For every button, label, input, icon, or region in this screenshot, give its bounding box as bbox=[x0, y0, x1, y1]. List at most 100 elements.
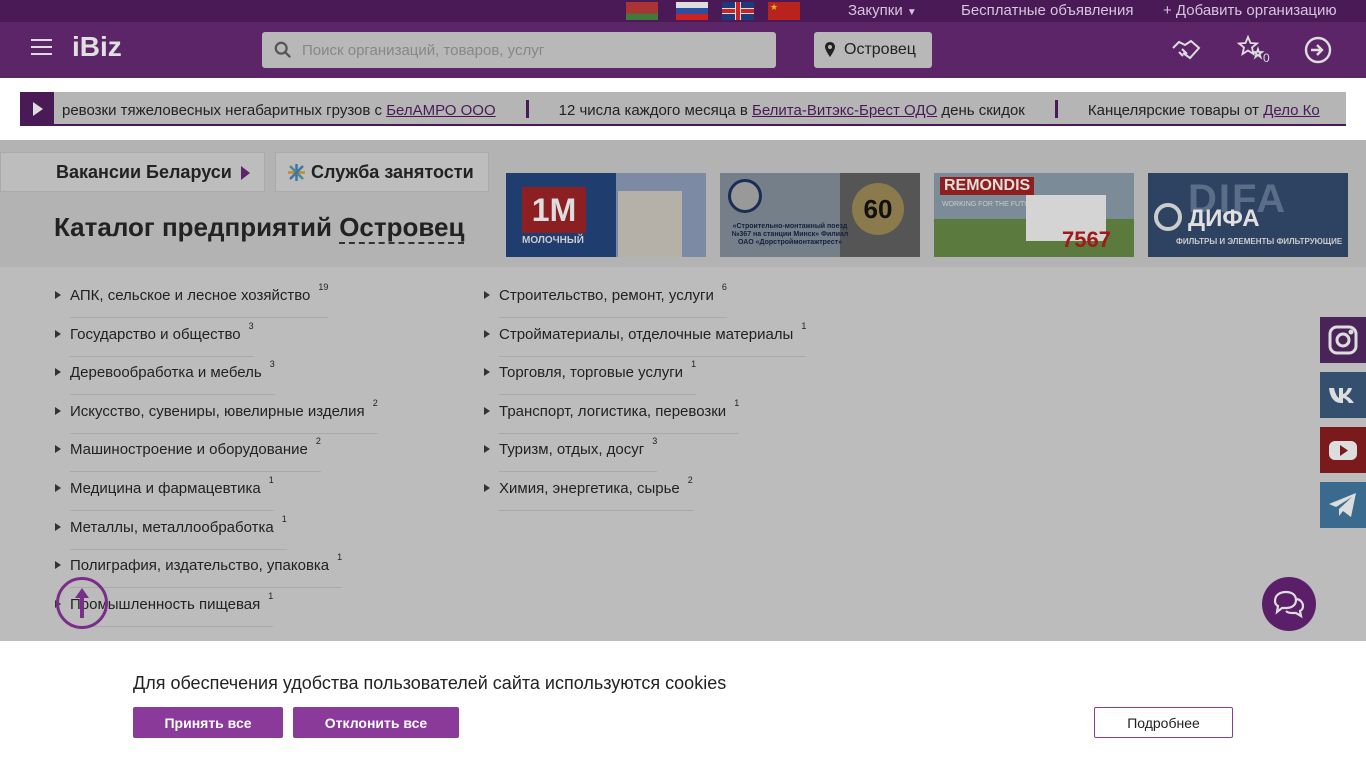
news-ticker: ревозки тяжеловесных негабаритных грузов… bbox=[20, 92, 1346, 126]
flag-belarus-icon[interactable] bbox=[626, 2, 658, 20]
catalog-item-text: Стройматериалы, отделочные материалы bbox=[499, 325, 794, 343]
youtube-button[interactable] bbox=[1320, 427, 1366, 473]
ticker-item-text: Канцелярские товары от bbox=[1087, 102, 1264, 119]
catalog-column-1: АПК, сельское и лесное хозяйство 19 Госуд… bbox=[54, 277, 414, 627]
cookie-text: Для обеспечения удобства пользователей с… bbox=[133, 673, 727, 693]
catalog-item[interactable]: Химия, энергетика, сырье 2 bbox=[483, 470, 843, 511]
more-info-button[interactable]: Подробнее bbox=[1094, 707, 1233, 738]
purchases-menu[interactable]: Закупки ▼ bbox=[848, 2, 917, 19]
flag-uk-icon[interactable] bbox=[722, 2, 754, 20]
catalog-item-text: Туризм, отдых, досуг bbox=[499, 441, 645, 459]
location-pin-icon bbox=[825, 42, 835, 57]
telegram-button[interactable] bbox=[1320, 482, 1366, 528]
page-title: Каталог предприятий Островец bbox=[54, 212, 465, 244]
vk-icon bbox=[1329, 388, 1354, 403]
banner-remondis[interactable]: REMONDIS WORKING FOR THE FUTURE 7567 bbox=[934, 173, 1134, 257]
arrow-up-icon bbox=[75, 588, 89, 618]
catalog-item-count: 2 bbox=[687, 474, 693, 485]
catalog-item-text: Химия, энергетика, сырье bbox=[499, 479, 680, 497]
catalog-item-count: 2 bbox=[372, 397, 378, 408]
banner-1m-molochny[interactable]: 1М МОЛОЧНЫЙ bbox=[506, 173, 706, 257]
catalog-item-count: 1 bbox=[691, 359, 697, 370]
catalog-item-label: Полиграфия, издательство, упаковка 1 bbox=[70, 552, 343, 589]
banner-1m-logo: 1М bbox=[522, 187, 586, 233]
catalog-item-label: Стройматериалы, отделочные материалы 1 bbox=[499, 321, 807, 357]
accept-all-button[interactable]: Принять все bbox=[133, 707, 283, 738]
banner-1m-caption: МОЛОЧНЫЙ bbox=[522, 235, 584, 246]
top-bar: ★ Закупки ▼ Бесплатные объявления + Доба… bbox=[0, 0, 1366, 22]
catalog-item-label: Транспорт, логистика, перевозки 1 bbox=[499, 398, 740, 434]
vk-button[interactable] bbox=[1320, 372, 1366, 418]
jobs-belarus-tab[interactable]: Вакансии Беларуси bbox=[0, 152, 265, 192]
search-icon[interactable] bbox=[274, 41, 292, 59]
difa-name: ДИФА bbox=[1188, 205, 1260, 232]
catalog-item[interactable]: Металлы, металлообработка 1 bbox=[54, 509, 414, 550]
catalog-item-count: 19 bbox=[318, 282, 329, 292]
login-icon[interactable] bbox=[1302, 34, 1334, 66]
flag-russia-icon[interactable] bbox=[676, 2, 708, 20]
catalog-item[interactable]: Государство и общество 3 bbox=[54, 316, 414, 357]
catalog-item[interactable]: Транспорт, логистика, перевозки 1 bbox=[483, 393, 843, 434]
remondis-brand: REMONDIS bbox=[940, 177, 1035, 195]
catalog-item-count: 2 bbox=[315, 436, 321, 447]
catalog-item[interactable]: Торговля, торговые услуги 1 bbox=[483, 354, 843, 396]
catalog-item[interactable]: АПК, сельское и лесное хозяйство 19 bbox=[54, 277, 414, 318]
catalog-item[interactable]: Машиностроение и оборудование 2 bbox=[54, 431, 414, 473]
catalog-item[interactable]: Полиграфия, издательство, упаковка 1 bbox=[54, 547, 414, 589]
play-icon[interactable] bbox=[20, 92, 54, 124]
free-ads-link[interactable]: Бесплатные объявления bbox=[961, 2, 1133, 19]
ticker-link[interactable]: Дело Ко bbox=[1263, 102, 1320, 119]
remondis-slogan: WORKING FOR THE FUTURE bbox=[942, 201, 1040, 208]
search-input[interactable] bbox=[302, 32, 762, 68]
decline-all-button[interactable]: Отклонить все bbox=[293, 707, 459, 738]
catalog-item[interactable]: Туризм, отдых, досуг 3 bbox=[483, 431, 843, 473]
page-title-city-link[interactable]: Островец bbox=[339, 212, 465, 244]
chat-button[interactable] bbox=[1262, 577, 1316, 631]
catalog-item-text: Государство и общество bbox=[70, 325, 241, 343]
anniversary-badge: 60 bbox=[852, 183, 904, 235]
catalog-item[interactable]: Стройматериалы, отделочные материалы 1 bbox=[483, 316, 843, 357]
remondis-number: 7567 bbox=[1062, 227, 1111, 252]
catalog-item-label: Металлы, металлообработка 1 bbox=[70, 514, 287, 550]
catalog-item[interactable]: Искусство, сувениры, ювелирные изделия 2 bbox=[54, 393, 414, 434]
banner-smp-367[interactable]: «Строительно-монтажный поезд №367 на ста… bbox=[720, 173, 920, 257]
purchases-label: Закупки bbox=[848, 2, 903, 19]
catalog-item-label: Строительство, ремонт, услуги 6 bbox=[499, 282, 727, 318]
building-image bbox=[618, 191, 682, 257]
catalog-item-count: 1 bbox=[801, 320, 807, 331]
search-box bbox=[262, 32, 776, 68]
ticker-link[interactable]: БелАМРО ООО bbox=[386, 102, 495, 119]
catalog-item[interactable]: Строительство, ремонт, услуги 6 bbox=[483, 277, 843, 318]
banner-difa[interactable]: DIFA ДИФА ФИЛЬТРЫ И ЭЛЕМЕНТЫ ФИЛЬТРУЮЩИЕ bbox=[1148, 173, 1348, 257]
catalog-item[interactable]: Медицина и фармацевтика 1 bbox=[54, 470, 414, 511]
catalog-item-text: Деревообработка и мебель bbox=[70, 364, 262, 382]
catalog-item-label: Деревообработка и мебель 3 bbox=[70, 359, 275, 396]
city-selector[interactable]: Островец bbox=[814, 32, 932, 68]
catalog-item-text: Строительство, ремонт, услуги bbox=[499, 287, 714, 304]
difa-subtitle: ФИЛЬТРЫ И ЭЛЕМЕНТЫ ФИЛЬТРУЮЩИЕ bbox=[1176, 237, 1343, 246]
instagram-button[interactable] bbox=[1320, 317, 1366, 363]
catalog-item-label: Медицина и фармацевтика 1 bbox=[70, 475, 274, 511]
flag-china-icon[interactable]: ★ bbox=[768, 2, 800, 20]
chevron-down-icon: ▼ bbox=[906, 7, 917, 18]
scroll-up-button[interactable] bbox=[56, 577, 108, 629]
ticker-link[interactable]: Белита-Витэкс-Брест ОДО bbox=[752, 102, 937, 119]
catalog-item-count: 1 bbox=[268, 590, 274, 601]
ticker-item-text: ревозки тяжеловесных негабаритных грузов… bbox=[62, 102, 387, 119]
city-label: Островец bbox=[844, 41, 916, 58]
page-title-text: Каталог предприятий bbox=[54, 212, 332, 242]
site-logo[interactable]: iBiz bbox=[72, 31, 122, 63]
site-header: iBiz Островец 0 bbox=[0, 22, 1366, 78]
catalog-item-label: Химия, энергетика, сырье 2 bbox=[499, 475, 693, 511]
catalog-item-text: АПК, сельское и лесное хозяйство bbox=[70, 287, 311, 304]
employment-service-tab[interactable]: Служба занятости bbox=[275, 152, 489, 192]
company-seal-icon bbox=[728, 179, 762, 213]
catalog-item-count: 1 bbox=[337, 552, 343, 563]
catalog-item-text: Машиностроение и оборудование bbox=[70, 441, 308, 459]
add-organization-link[interactable]: + Добавить организацию bbox=[1163, 2, 1337, 19]
handshake-icon[interactable] bbox=[1170, 34, 1202, 66]
catalog-item[interactable]: Деревообработка и мебель 3 bbox=[54, 354, 414, 396]
catalog-item[interactable]: Промышленность пищевая 1 bbox=[54, 586, 414, 627]
menu-icon[interactable] bbox=[31, 39, 52, 55]
youtube-icon bbox=[1329, 441, 1357, 460]
